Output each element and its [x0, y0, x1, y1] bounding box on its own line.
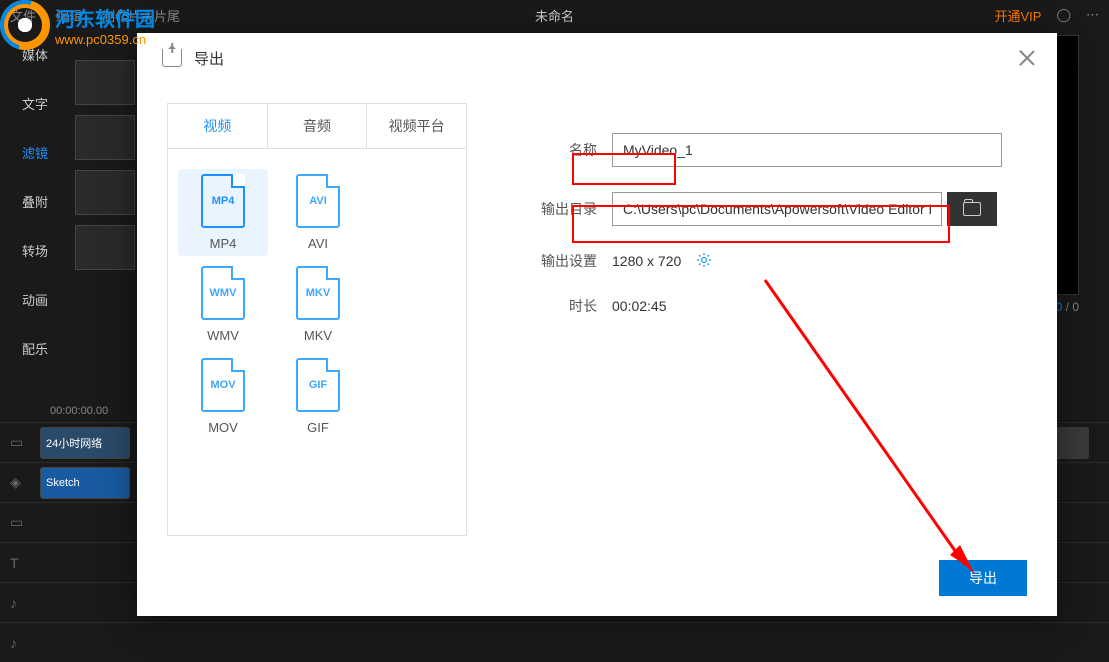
video-track-icon: ▭	[10, 434, 40, 451]
resolution-value: 1280 x 720	[612, 253, 681, 269]
gear-icon[interactable]	[696, 252, 712, 271]
project-title: 未命名	[535, 6, 574, 25]
name-label: 名称	[527, 140, 597, 160]
output-label: 输出目录	[527, 199, 597, 219]
thumb-item[interactable]	[75, 60, 135, 105]
logo-icon	[0, 0, 50, 50]
format-label: MKV	[278, 328, 358, 343]
duration-label: 时长	[527, 296, 597, 316]
video-clip[interactable]: 24小时网络	[40, 427, 130, 459]
name-input[interactable]	[612, 133, 1002, 167]
user-icon[interactable]: ◯	[1056, 7, 1071, 23]
dialog-header: 导出	[137, 33, 1057, 83]
tab-platform[interactable]: 视频平台	[367, 104, 466, 148]
export-button[interactable]: 导出	[939, 560, 1027, 596]
file-icon: GIF	[296, 358, 340, 412]
duration-value: 00:02:45	[612, 298, 667, 314]
close-button[interactable]	[1017, 48, 1037, 68]
file-icon: AVI	[296, 174, 340, 228]
left-sidebar: 媒体 文字 滤镜 叠附 转场 动画 配乐	[0, 30, 70, 373]
format-mkv[interactable]: MKV MKV	[273, 261, 363, 348]
settings-label: 输出设置	[527, 251, 597, 271]
audio-track-icon: ♪	[10, 595, 40, 611]
format-tabs: 视频 音频 视频平台	[168, 104, 466, 149]
track-6[interactable]: ♪	[0, 622, 1109, 662]
track-icon: ▭	[10, 514, 40, 531]
format-label: MP4	[183, 236, 263, 251]
format-panel: 视频 音频 视频平台 MP4 MP4 AVI AVI WMV WMV MK	[167, 103, 467, 536]
overlay-track-icon: ◈	[10, 474, 40, 491]
vip-link[interactable]: 开通VIP	[994, 6, 1041, 25]
output-input[interactable]	[612, 192, 942, 226]
sketch-clip[interactable]: Sketch	[40, 467, 130, 499]
format-mov[interactable]: MOV MOV	[178, 353, 268, 440]
browse-folder-button[interactable]	[947, 192, 997, 226]
export-icon	[162, 49, 182, 67]
settings-panel: 名称 输出目录 输出设置 1280 x 720 时长 00:02:45	[467, 103, 1027, 536]
format-grid: MP4 MP4 AVI AVI WMV WMV MKV MKV MOV MO	[168, 149, 466, 460]
format-gif[interactable]: GIF GIF	[273, 353, 363, 440]
format-label: AVI	[278, 236, 358, 251]
thumb-item[interactable]	[75, 115, 135, 160]
format-mp4[interactable]: MP4 MP4	[178, 169, 268, 256]
top-menu-bar: 文件 编辑 制作片头片尾 未命名 开通VIP ◯ ⋯	[0, 0, 1109, 30]
watermark-url: www.pc0359.cn	[55, 32, 155, 47]
format-label: GIF	[278, 420, 358, 435]
sidebar-item-transition[interactable]: 转场	[0, 226, 70, 275]
total-time: 0	[1072, 300, 1079, 314]
filter-thumbnails	[75, 60, 135, 270]
folder-icon	[963, 202, 981, 216]
export-dialog: 导出 视频 音频 视频平台 MP4 MP4 AVI AVI WMV	[137, 33, 1057, 616]
thumb-item[interactable]	[75, 225, 135, 270]
format-avi[interactable]: AVI AVI	[273, 169, 363, 256]
format-label: WMV	[183, 328, 263, 343]
text-track-icon: T	[10, 555, 40, 571]
thumb-item[interactable]	[75, 170, 135, 215]
sidebar-item-music[interactable]: 配乐	[0, 324, 70, 373]
dialog-title: 导出	[194, 48, 224, 69]
file-icon: MOV	[201, 358, 245, 412]
site-watermark: 河东软件园 www.pc0359.cn	[0, 0, 155, 50]
file-icon: WMV	[201, 266, 245, 320]
sidebar-item-filter[interactable]: 滤镜	[0, 128, 70, 177]
format-wmv[interactable]: WMV WMV	[178, 261, 268, 348]
file-icon: MKV	[296, 266, 340, 320]
file-icon: MP4	[201, 174, 245, 228]
sidebar-item-overlay[interactable]: 叠附	[0, 177, 70, 226]
tab-video[interactable]: 视频	[168, 104, 268, 148]
sidebar-item-animation[interactable]: 动画	[0, 275, 70, 324]
sidebar-item-text[interactable]: 文字	[0, 79, 70, 128]
more-icon[interactable]: ⋯	[1086, 7, 1099, 23]
watermark-cn: 河东软件园	[55, 3, 155, 32]
format-label: MOV	[183, 420, 263, 435]
audio-track-icon-2: ♪	[10, 635, 40, 651]
tab-audio[interactable]: 音频	[268, 104, 368, 148]
